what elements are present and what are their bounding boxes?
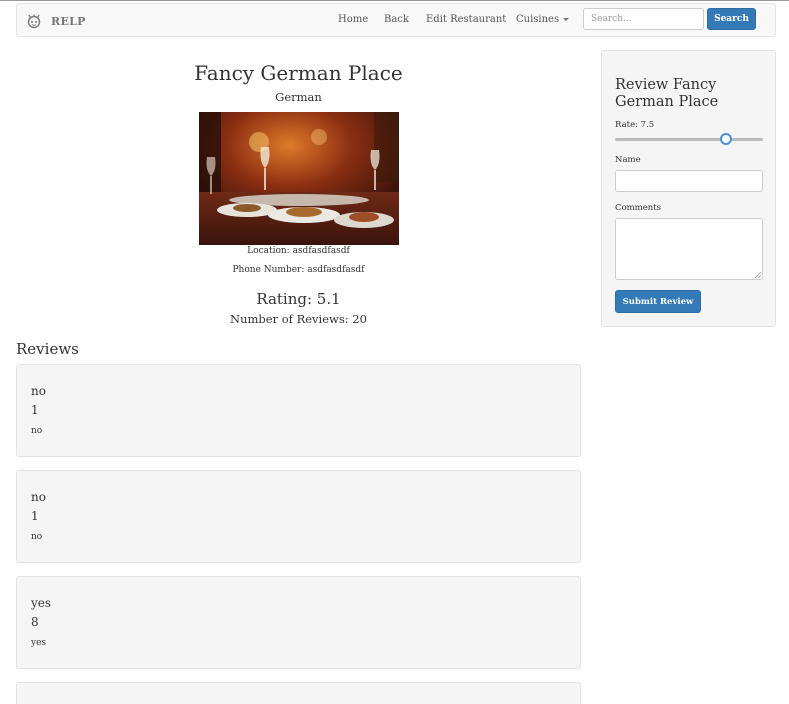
cuisines-label: Cuisines (516, 14, 560, 25)
review-name: yes (31, 596, 52, 610)
search-button[interactable]: Search (707, 8, 756, 30)
brand-name: RELP (51, 14, 86, 28)
brand[interactable]: RELP (26, 11, 86, 31)
nav-home-link[interactable]: Home (338, 14, 368, 25)
review-card: yes 8 yes (16, 576, 581, 669)
review-card: no 1 no (16, 470, 581, 563)
reviews-heading: Reviews (16, 340, 79, 358)
name-label: Name (615, 155, 641, 165)
review-form-panel: Review Fancy German Place Rate: 7.5 Name… (601, 50, 776, 327)
restaurant-phone: Phone Number: asdfasdfasdf (232, 265, 365, 275)
review-comment: no (31, 426, 43, 436)
review-name: no (31, 490, 46, 504)
restaurant-name: Fancy German Place (194, 61, 403, 85)
review-rating: 8 (31, 615, 39, 629)
nav-cuisines-dropdown[interactable]: Cuisines (516, 14, 570, 25)
review-card (16, 682, 581, 704)
review-comment: no (31, 532, 43, 542)
restaurant-cuisine: German (275, 90, 322, 104)
rate-slider-track[interactable] (615, 138, 763, 141)
caret-down-icon (563, 18, 570, 21)
review-rating: 1 (31, 509, 39, 523)
review-rating: 1 (31, 403, 39, 417)
restaurant-photo (199, 112, 399, 245)
restaurant-review-count: Number of Reviews: 20 (230, 312, 367, 326)
comments-textarea[interactable] (615, 218, 763, 280)
rate-label: Rate: 7.5 (615, 120, 655, 130)
restaurant-location: Location: asdfasdfasdf (247, 246, 350, 256)
navbar: RELP Home Back Edit Restaurant Cuisines … (16, 3, 776, 37)
nav-back-link[interactable]: Back (384, 14, 409, 25)
top-border (0, 0, 789, 1)
search-input[interactable] (583, 8, 704, 30)
review-comment: yes (31, 638, 47, 648)
review-form-title: Review Fancy German Place (615, 77, 719, 110)
review-name: no (31, 384, 46, 398)
review-card: no 1 no (16, 364, 581, 457)
rate-slider-thumb[interactable] (720, 133, 732, 145)
restaurant-rating: Rating: 5.1 (256, 290, 341, 308)
resize-grip-icon[interactable] (755, 272, 761, 278)
restaurant-logo-icon (27, 14, 41, 29)
name-input[interactable] (615, 170, 763, 192)
comments-label: Comments (615, 203, 662, 213)
nav-edit-restaurant-link[interactable]: Edit Restaurant (426, 14, 506, 25)
submit-review-button[interactable]: Submit Review (615, 290, 701, 313)
